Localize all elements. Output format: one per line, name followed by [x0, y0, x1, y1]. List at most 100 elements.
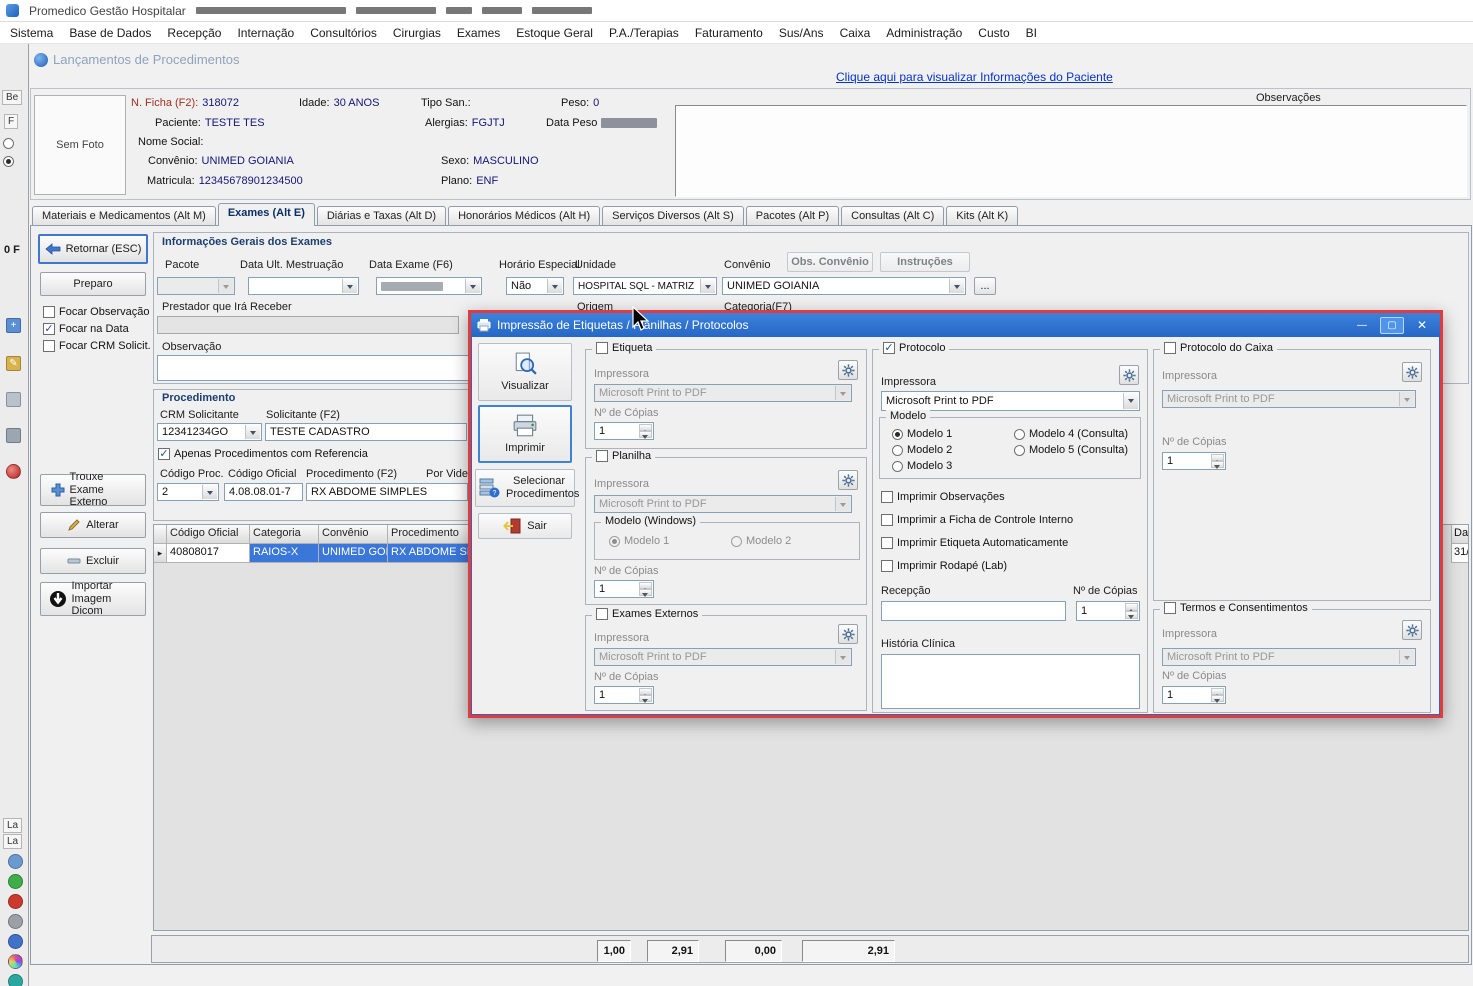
crm-select[interactable]: 12341234GO — [157, 423, 262, 441]
printer-settings-button[interactable] — [838, 360, 858, 380]
etiqueta-checkbox[interactable] — [596, 342, 608, 354]
gray-tool-icon[interactable] — [8, 914, 23, 929]
printer-settings-button[interactable] — [838, 624, 858, 644]
menu-exames[interactable]: Exames — [449, 23, 508, 43]
focar-crm-checkbox[interactable]: Focar CRM Solicit. — [43, 340, 151, 352]
trouxe-exame-button[interactable]: Trouxe Exame Externo — [40, 474, 146, 506]
menu-sus-ans[interactable]: Sus/Ans — [771, 23, 832, 43]
etiqueta-printer-select[interactable]: Microsoft Print to PDF — [594, 384, 852, 402]
focar-observacao-checkbox[interactable]: Focar Observação — [43, 306, 149, 318]
medical-cross-icon[interactable] — [8, 894, 23, 909]
protocolo-modelo2-radio[interactable]: Modelo 2 — [892, 444, 952, 456]
printer-settings-button[interactable] — [1402, 620, 1422, 640]
col-data-fragment[interactable]: Dat — [1451, 525, 1468, 544]
imprimir-ficha-checkbox[interactable]: Imprimir a Ficha de Controle Interno — [881, 514, 1073, 526]
apenas-referencia-checkbox[interactable]: Apenas Procedimentos com Referencia — [158, 448, 368, 460]
focar-na-data-checkbox[interactable]: Focar na Data — [43, 323, 129, 335]
convenio-ellipsis-button[interactable]: ... — [974, 277, 996, 295]
menu-base-de-dados[interactable]: Base de Dados — [61, 23, 159, 43]
menu-bi[interactable]: BI — [1018, 23, 1045, 43]
protocolo-caixa-checkbox[interactable] — [1164, 342, 1176, 354]
tab-exames[interactable]: Exames (Alt E) — [218, 203, 315, 226]
spinner-arrows-icon[interactable] — [1125, 603, 1138, 619]
maximize-button[interactable] — [1380, 317, 1404, 334]
modelo1-radio[interactable]: Modelo 1 — [609, 535, 669, 547]
imprimir-etiqueta-auto-checkbox[interactable]: Imprimir Etiqueta Automaticamente — [881, 537, 1068, 549]
protocolo-modelo4-radio[interactable]: Modelo 4 (Consulta) — [1014, 428, 1128, 440]
termos-checkbox[interactable] — [1164, 602, 1176, 614]
tab-kits[interactable]: Kits (Alt K) — [946, 206, 1018, 226]
alterar-button[interactable]: Alterar — [40, 512, 146, 538]
tab-diarias[interactable]: Diárias e Taxas (Alt D) — [317, 206, 446, 226]
tool-icon[interactable] — [6, 392, 21, 407]
codigo-proc-select[interactable]: 2 — [157, 483, 219, 501]
cell-codigo-oficial[interactable]: 40808017 — [167, 544, 250, 563]
exames-externos-checkbox[interactable] — [596, 608, 608, 620]
col-codigo-oficial[interactable]: Código Oficial — [167, 525, 250, 544]
exames-externos-printer-select[interactable]: Microsoft Print to PDF — [594, 648, 852, 666]
col-categoria[interactable]: Categoria — [250, 525, 319, 544]
dialog-titlebar[interactable]: Impressão de Etiquetas / Planilhas / Pro… — [471, 313, 1440, 337]
cell-data-fragment[interactable]: 31/0 — [1451, 544, 1468, 563]
pinwheel-icon[interactable] — [8, 954, 23, 969]
protocolo-caixa-copies-spinner[interactable]: 1 — [1162, 452, 1226, 470]
printer-settings-button[interactable] — [1119, 365, 1139, 385]
imprimir-observacoes-checkbox[interactable]: Imprimir Observações — [881, 491, 1005, 503]
obs-convenio-button[interactable]: Obs. Convênio — [787, 252, 873, 272]
planilha-printer-select[interactable]: Microsoft Print to PDF — [594, 495, 852, 513]
exames-externos-copies-spinner[interactable]: 1 — [594, 686, 654, 704]
patient-info-link[interactable]: Clique aqui para visualizar Informações … — [836, 70, 1113, 84]
tab-consultas[interactable]: Consultas (Alt C) — [841, 206, 944, 226]
visualizar-button[interactable]: Visualizar — [478, 343, 572, 401]
spinner-arrows-icon[interactable] — [639, 424, 652, 438]
modelo2-radio[interactable]: Modelo 2 — [731, 535, 791, 547]
pencil-icon[interactable]: ✎ — [6, 356, 21, 371]
planilha-checkbox[interactable] — [596, 450, 608, 462]
fragment-radio-2[interactable] — [3, 156, 14, 167]
protocolo-caixa-printer-select[interactable]: Microsoft Print to PDF — [1162, 390, 1416, 408]
importar-dicom-button[interactable]: Importar Imagem Dicom — [40, 582, 146, 616]
excluir-button[interactable]: Excluir — [40, 548, 146, 574]
imprimir-rodape-checkbox[interactable]: Imprimir Rodapé (Lab) — [881, 560, 1007, 572]
data-exame-select[interactable] — [376, 277, 482, 295]
recepcao-input[interactable] — [881, 601, 1066, 621]
horario-especial-select[interactable]: Não — [506, 277, 564, 295]
menu-caixa[interactable]: Caixa — [832, 23, 879, 43]
observacao-input[interactable] — [157, 355, 471, 381]
tab-servicos[interactable]: Serviços Diversos (Alt S) — [602, 206, 744, 226]
menu-estoque-geral[interactable]: Estoque Geral — [508, 23, 601, 43]
menu-pa-terapias[interactable]: P.A./Terapias — [601, 23, 687, 43]
close-icon[interactable] — [1410, 317, 1434, 334]
instrucoes-button[interactable]: Instruções — [880, 252, 970, 272]
menu-administracao[interactable]: Administração — [878, 23, 970, 43]
minimize-button[interactable] — [1350, 317, 1374, 334]
etiqueta-copies-spinner[interactable]: 1 — [594, 422, 654, 440]
menu-consultorios[interactable]: Consultórios — [302, 23, 385, 43]
tab-honorarios[interactable]: Honorários Médicos (Alt H) — [448, 206, 600, 226]
menu-recepcao[interactable]: Recepção — [159, 23, 229, 43]
row-selector-cell[interactable] — [154, 544, 167, 563]
menu-faturamento[interactable]: Faturamento — [687, 23, 771, 43]
col-convenio[interactable]: Convênio — [319, 525, 388, 544]
historia-clinica-textarea[interactable] — [881, 654, 1140, 709]
prestador-field[interactable] — [157, 316, 459, 334]
codigo-oficial-field[interactable]: 4.08.08.01-7 — [224, 483, 303, 501]
record-icon[interactable] — [6, 464, 21, 479]
termos-printer-select[interactable]: Microsoft Print to PDF — [1162, 648, 1416, 666]
tab-materiais[interactable]: Materiais e Medicamentos (Alt M) — [32, 206, 216, 226]
protocolo-printer-select[interactable]: Microsoft Print to PDF — [881, 391, 1140, 411]
retornar-button[interactable]: Retornar (ESC) — [38, 234, 148, 264]
cell-convenio[interactable]: UNIMED GOI — [319, 544, 388, 563]
menu-cirurgias[interactable]: Cirurgias — [385, 23, 449, 43]
info-icon[interactable] — [8, 934, 23, 949]
spinner-arrows-icon[interactable] — [639, 688, 652, 702]
sair-button[interactable]: Sair — [478, 513, 572, 539]
cell-categoria[interactable]: RAIOS-X — [250, 544, 319, 563]
printer-icon[interactable] — [6, 428, 21, 443]
pacote-select[interactable] — [157, 277, 235, 295]
teal-app-icon[interactable] — [8, 974, 23, 986]
protocolo-modelo5-radio[interactable]: Modelo 5 (Consulta) — [1014, 444, 1128, 456]
spinner-arrows-icon[interactable] — [639, 582, 652, 596]
termos-copies-spinner[interactable]: 1 — [1162, 686, 1226, 704]
whatsapp-icon[interactable] — [8, 874, 23, 889]
